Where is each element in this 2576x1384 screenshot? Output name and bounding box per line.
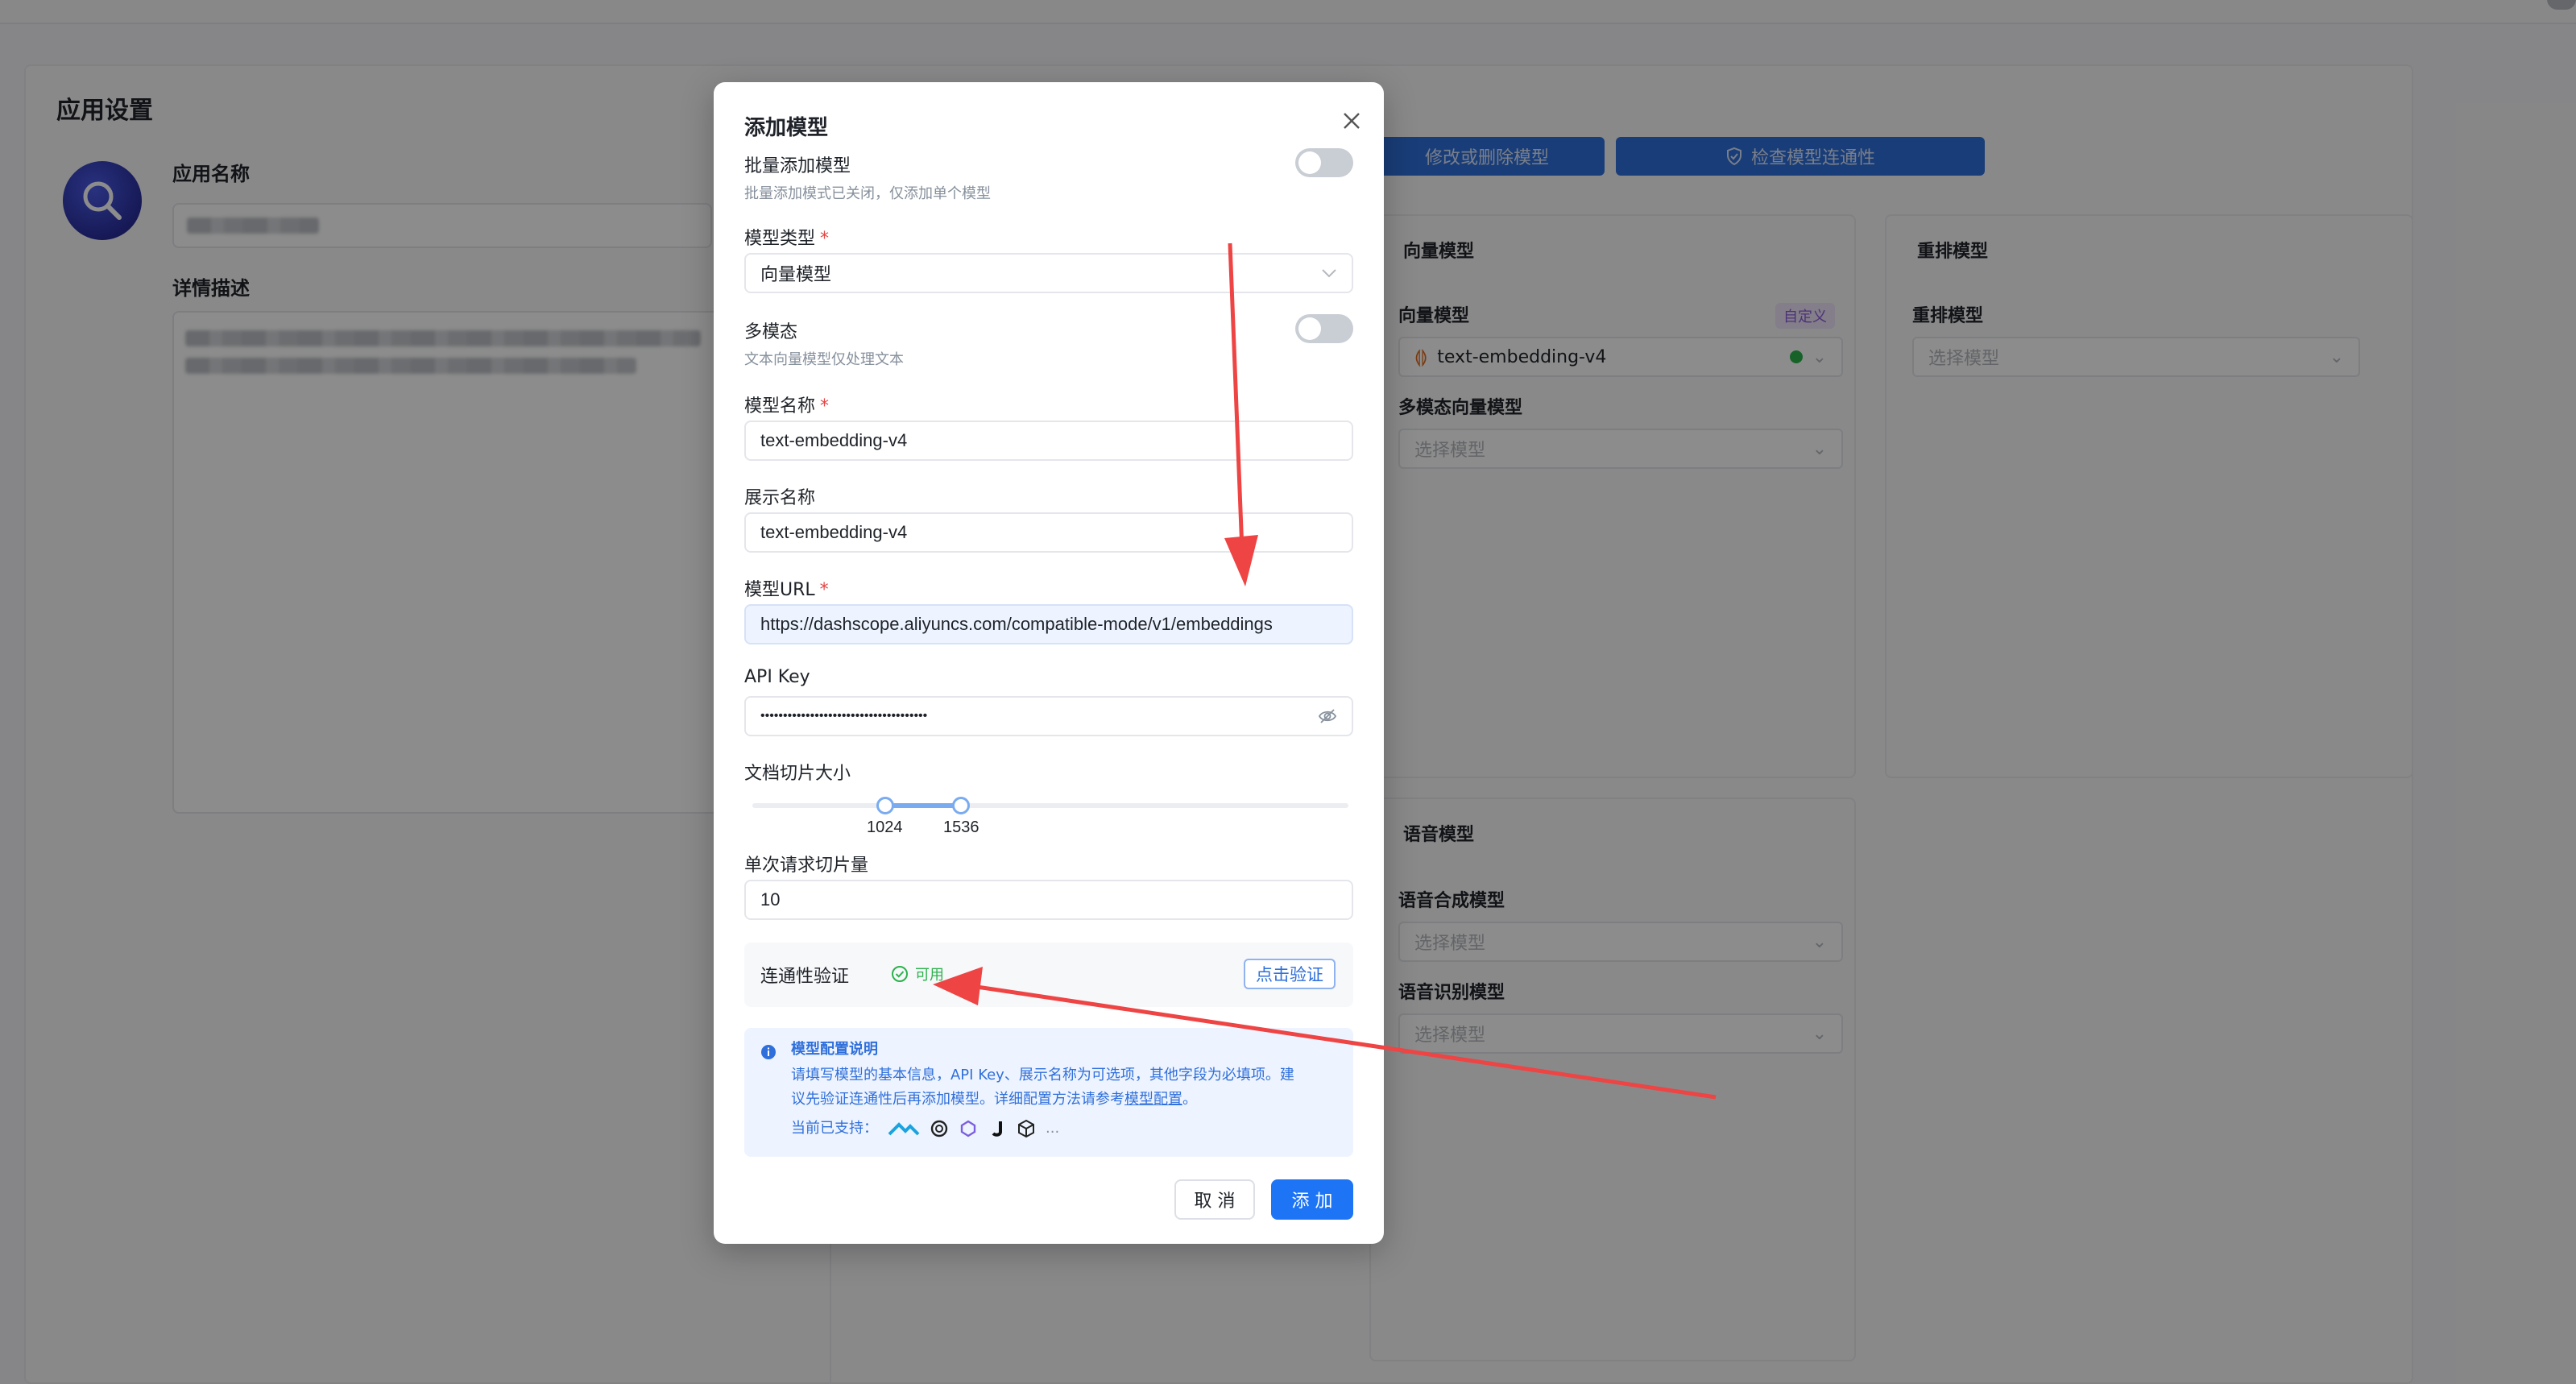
multimodal-toggle[interactable] (1295, 314, 1353, 343)
model-name-label: 模型名称 * (744, 392, 829, 417)
provider-cube-icon (1018, 1119, 1034, 1138)
chevron-down-icon (1322, 269, 1336, 278)
more-providers: ... (1046, 1120, 1060, 1137)
api-key-value: ••••••••••••••••••••••••••••••••••••• (760, 709, 928, 723)
provider-mountain-icon (888, 1122, 920, 1136)
model-name-input[interactable]: text-embedding-v4 (744, 421, 1353, 461)
model-name-label-text: 模型名称 (744, 396, 816, 416)
slider-max-value: 1536 (943, 818, 979, 836)
slider-min-handle[interactable] (876, 797, 894, 814)
connectivity-label: 连通性验证 (760, 967, 850, 987)
close-button[interactable] (1337, 106, 1366, 135)
api-key-input[interactable]: ••••••••••••••••••••••••••••••••••••• (744, 696, 1353, 736)
batch-add-hint: 批量添加模式已关闭，仅添加单个模型 (744, 185, 991, 202)
batch-add-toggle[interactable] (1295, 148, 1353, 177)
api-key-label: API Key (744, 667, 810, 687)
required-mark: * (819, 580, 829, 600)
add-button[interactable]: 添 加 (1271, 1179, 1353, 1220)
connectivity-section: 连通性验证 可用 点击验证 (744, 943, 1353, 1007)
model-url-label-text: 模型URL (744, 580, 815, 600)
provider-openai-icon (930, 1120, 948, 1137)
model-type-value: 向量模型 (760, 264, 832, 284)
multimodal-label: 多模态 (744, 322, 798, 342)
slider-min-value: 1024 (867, 818, 903, 836)
multimodal-hint: 文本向量模型仅处理文本 (744, 351, 904, 368)
model-type-select[interactable]: 向量模型 (744, 253, 1353, 293)
batch-chunks-label: 单次请求切片量 (744, 856, 869, 876)
slider-max-handle[interactable] (952, 797, 970, 814)
required-mark: * (820, 229, 830, 249)
model-url-input[interactable]: https://dashscope.aliyuncs.com/compatibl… (744, 604, 1353, 644)
supported-providers: 当前已支持： ... (791, 1117, 1059, 1141)
dialog-title: 添加模型 (744, 116, 829, 140)
eye-off-icon[interactable] (1318, 708, 1337, 724)
model-type-label-text: 模型类型 (744, 229, 816, 249)
provider-purple-icon (960, 1120, 976, 1137)
info-title: 模型配置说明 (791, 1041, 878, 1058)
verify-button[interactable]: 点击验证 (1244, 959, 1336, 989)
add-model-dialog: 添加模型 批量添加模型 批量添加模式已关闭，仅添加单个模型 模型类型 * 向量模型… (714, 82, 1384, 1244)
close-icon (1344, 113, 1360, 129)
check-circle-icon (892, 966, 908, 982)
cancel-button[interactable]: 取 消 (1174, 1179, 1255, 1220)
connectivity-status: 可用 (891, 963, 944, 984)
model-url-label: 模型URL * (744, 575, 829, 601)
supported-label: 当前已支持： (791, 1120, 878, 1137)
display-name-label: 展示名称 (744, 488, 816, 508)
batch-chunks-input[interactable]: 10 (744, 880, 1353, 920)
chunk-size-label: 文档切片大小 (744, 764, 851, 784)
chunk-size-slider-track[interactable] (752, 803, 1348, 808)
status-text: 可用 (915, 967, 944, 984)
chunk-size-slider-fill (884, 803, 960, 808)
model-config-link[interactable]: 模型配置 (1124, 1091, 1182, 1108)
info-line-2: 议先验证连通性后再添加模型。详细配置方法请参考模型配置。 (791, 1088, 1197, 1112)
info-line-2-end: 。 (1182, 1091, 1197, 1108)
info-line-2-text: 议先验证连通性后再添加模型。详细配置方法请参考 (791, 1091, 1124, 1108)
config-info-box: 模型配置说明 请填写模型的基本信息，API Key、展示名称为可选项，其他字段为… (744, 1028, 1353, 1157)
display-name-input[interactable]: text-embedding-v4 (744, 512, 1353, 553)
info-line-1: 请填写模型的基本信息，API Key、展示名称为可选项，其他字段为必填项。建 (791, 1067, 1294, 1084)
info-icon (761, 1045, 776, 1059)
provider-j-icon (992, 1121, 1002, 1137)
model-type-label: 模型类型 * (744, 224, 829, 250)
batch-add-label: 批量添加模型 (744, 156, 851, 176)
required-mark: * (820, 396, 830, 416)
